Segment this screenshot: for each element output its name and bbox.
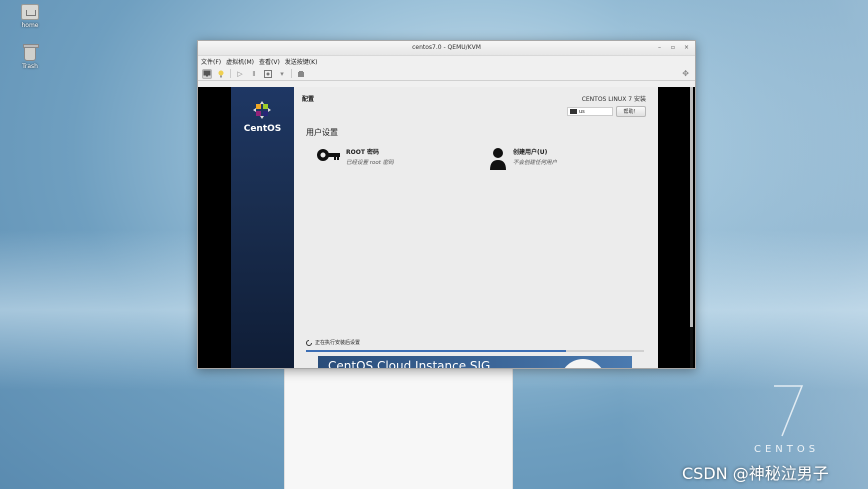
menu-file[interactable]: 文件(F) <box>201 57 221 66</box>
centos-logo-text: CentOS <box>243 124 282 134</box>
spinner-icon <box>306 339 312 346</box>
trash-icon <box>23 44 39 61</box>
dropdown-icon[interactable]: ▾ <box>277 69 287 79</box>
toolbar-separator <box>230 69 231 78</box>
menu-send-key[interactable]: 发送按键(K) <box>285 57 318 66</box>
keyboard-layout: us <box>579 108 585 115</box>
vm-scrollbar-thumb[interactable] <box>690 87 693 327</box>
user-icon <box>490 148 506 170</box>
install-progress: 正在执行安装后设置 <box>306 339 646 352</box>
progress-label: 正在执行安装后设置 <box>315 340 361 346</box>
pause-icon[interactable]: Ⅱ <box>249 69 259 79</box>
vm-scrollbar[interactable] <box>690 87 693 368</box>
toolbar-separator <box>291 69 292 78</box>
root-password-spoke[interactable]: ROOT 密码 已经设置 root 密码 <box>316 147 394 166</box>
vm-display[interactable]: CentOS 配置 CENTOS LINUX 7 安装 us 帮助！ 用户设置 <box>198 87 695 368</box>
window-titlebar[interactable]: centos7.0 - QEMU/KVM – ▫ × <box>198 41 695 56</box>
menu-vm[interactable]: 虚拟机(M) <box>226 57 254 66</box>
home-folder-icon <box>21 4 39 20</box>
maximize-button[interactable]: ▫ <box>671 44 675 51</box>
play-icon[interactable]: ▷ <box>235 69 245 79</box>
section-title: 用户设置 <box>306 128 338 137</box>
vm-window: centos7.0 - QEMU/KVM – ▫ × 文件(F) 虚拟机(M) … <box>197 40 696 369</box>
menu-view[interactable]: 查看(V) <box>259 57 280 66</box>
screenshot-icon[interactable] <box>296 69 306 79</box>
resize-icon[interactable]: ✥ <box>682 69 689 78</box>
centos-seven-watermark <box>774 385 804 437</box>
key-icon <box>317 149 340 161</box>
desktop-icon-trash[interactable]: Trash <box>10 44 50 70</box>
spoke-status: 已经设置 root 密码 <box>346 160 394 166</box>
page-title: 配置 <box>302 96 315 103</box>
centos-logo-icon <box>253 101 271 119</box>
installer-main: 配置 CENTOS LINUX 7 安装 us 帮助！ 用户设置 ROOT 密码… <box>294 87 658 368</box>
csdn-credit: CSDN @神秘泣男子 <box>682 464 829 483</box>
installer-sidebar: CentOS <box>231 87 294 368</box>
keyboard-layout-indicator[interactable]: us <box>567 107 613 116</box>
desktop-icon-label: Trash <box>22 63 38 70</box>
blank-panel <box>284 368 513 489</box>
window-title: centos7.0 - QEMU/KVM <box>412 44 481 51</box>
desktop-icon-home[interactable]: home <box>10 4 50 29</box>
progress-bar <box>306 350 644 352</box>
banner-text: CentOS Cloud Instance SIG <box>328 359 491 368</box>
os-title: CENTOS LINUX 7 安装 <box>581 96 646 103</box>
product-banner: CentOS Cloud Instance SIG <box>318 356 632 368</box>
help-button[interactable]: 帮助！ <box>616 106 646 117</box>
menu-bar: 文件(F) 虚拟机(M) 查看(V) 发送按键(K) <box>198 56 695 67</box>
banner-graphic <box>560 359 606 368</box>
minimize-button[interactable]: – <box>658 44 661 51</box>
centos-watermark-text: CENTOS <box>754 444 820 455</box>
create-user-spoke[interactable]: 创建用户(U) 不会创建任何用户 <box>489 147 557 171</box>
close-button[interactable]: × <box>684 44 689 51</box>
desktop-icon-label: home <box>21 22 39 29</box>
power-icon[interactable] <box>263 69 273 79</box>
spoke-status: 不会创建任何用户 <box>513 160 558 166</box>
keyboard-icon <box>570 109 577 114</box>
monitor-icon[interactable] <box>202 68 212 79</box>
installer-header: CENTOS LINUX 7 安装 us 帮助！ <box>567 94 646 117</box>
spoke-name: ROOT 密码 <box>346 149 380 156</box>
toolbar: ▷ Ⅱ ▾ ✥ <box>198 67 695 81</box>
spoke-name: 创建用户(U) <box>513 149 548 156</box>
progress-fill <box>306 350 567 352</box>
lightbulb-icon[interactable] <box>216 69 226 79</box>
